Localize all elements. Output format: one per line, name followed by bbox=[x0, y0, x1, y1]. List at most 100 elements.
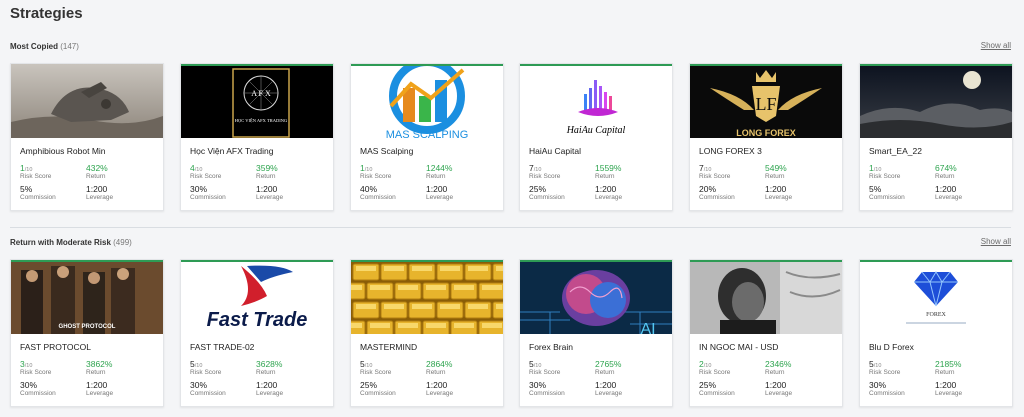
commission-label: Commission bbox=[529, 390, 565, 397]
risk-score-label: Risk Score bbox=[360, 173, 392, 180]
ai-brain-image: AI bbox=[520, 260, 672, 334]
robot-landscape-image bbox=[11, 64, 163, 138]
commission-value: 30% bbox=[529, 380, 547, 390]
risk-score-value: 5/10 bbox=[190, 359, 203, 369]
commission-value: 25% bbox=[699, 380, 717, 390]
strategy-card[interactable]: Fast Trade FAST TRADE-02 5/10 Risk Score… bbox=[180, 259, 334, 407]
commission-label: Commission bbox=[529, 194, 565, 201]
strategy-card[interactable]: HaiAu Capital HaiAu Capital 7/10 Risk Sc… bbox=[519, 63, 673, 211]
commission-value: 25% bbox=[529, 184, 547, 194]
strategy-card[interactable]: IN NGOC MAI - USD 2/10 Risk Score 2346% … bbox=[689, 259, 843, 407]
return-label: Return bbox=[86, 369, 106, 376]
strategy-name: Smart_EA_22 bbox=[869, 146, 922, 156]
risk-score-value: 5/10 bbox=[869, 359, 882, 369]
haiau-capital-logo: HaiAu Capital bbox=[520, 64, 672, 138]
return-label: Return bbox=[935, 173, 955, 180]
strategy-name: IN NGOC MAI - USD bbox=[699, 342, 779, 352]
fast-trade-logo: Fast Trade bbox=[181, 260, 333, 334]
leverage-label: Leverage bbox=[935, 194, 963, 201]
strategy-card[interactable]: A F X HỌC VIỆN AFX TRADING Học Viện AFX T… bbox=[180, 63, 334, 211]
leverage-value: 1:200 bbox=[426, 184, 448, 194]
risk-score-label: Risk Score bbox=[699, 369, 731, 376]
return-label: Return bbox=[426, 369, 446, 376]
leverage-value: 1:200 bbox=[426, 380, 448, 390]
leverage-value: 1:200 bbox=[595, 380, 617, 390]
leverage-label: Leverage bbox=[86, 390, 114, 397]
leverage-value: 1:200 bbox=[86, 380, 108, 390]
commission-label: Commission bbox=[190, 390, 226, 397]
strategy-name: HaiAu Capital bbox=[529, 146, 581, 156]
strategy-name: MAS Scalping bbox=[360, 146, 414, 156]
commission-label: Commission bbox=[360, 194, 396, 201]
strategy-name: FAST PROTOCOL bbox=[20, 342, 92, 352]
show-all-link[interactable]: Show all bbox=[981, 237, 1011, 246]
strategy-name: Học Viện AFX Trading bbox=[190, 146, 274, 156]
strategy-card[interactable]: GHOST PROTOCOL FAST PROTOCOL 3/10 Risk S… bbox=[10, 259, 164, 407]
strategy-name: MASTERMIND bbox=[360, 342, 418, 352]
strategy-card[interactable]: Amphibious Robot Min 1/10 Risk Score 432… bbox=[10, 63, 164, 211]
afx-logo-image: A F X HỌC VIỆN AFX TRADING bbox=[181, 64, 333, 138]
return-label: Return bbox=[256, 173, 276, 180]
leverage-label: Leverage bbox=[426, 390, 454, 397]
long-forex-logo: LF LONG FOREX bbox=[690, 64, 842, 138]
commission-value: 20% bbox=[699, 184, 717, 194]
return-value: 2864% bbox=[426, 359, 453, 369]
risk-score-label: Risk Score bbox=[20, 369, 52, 376]
risk-score-value: 5/10 bbox=[529, 359, 542, 369]
commission-label: Commission bbox=[190, 194, 226, 201]
leverage-value: 1:200 bbox=[765, 380, 787, 390]
strategy-card[interactable]: Smart_EA_22 1/10 Risk Score 674% Return … bbox=[859, 63, 1013, 211]
strategy-card[interactable]: MASTERMIND 5/10 Risk Score 2864% Return … bbox=[350, 259, 504, 407]
commission-value: 30% bbox=[869, 380, 887, 390]
commission-value: 5% bbox=[869, 184, 882, 194]
risk-score-value: 7/10 bbox=[529, 163, 542, 173]
strategy-card[interactable]: MAS SCALPING MAS Scalping 1/10 Risk Scor… bbox=[350, 63, 504, 211]
risk-score-label: Risk Score bbox=[869, 369, 901, 376]
return-value: 1559% bbox=[595, 163, 622, 173]
commission-value: 40% bbox=[360, 184, 378, 194]
leverage-value: 1:200 bbox=[86, 184, 108, 194]
show-all-link[interactable]: Show all bbox=[981, 41, 1011, 50]
blue-diamond-logo: FOREX bbox=[860, 260, 1012, 334]
strategy-card[interactable]: AI Forex Brain 5/10 Risk Score 2765% Ret… bbox=[519, 259, 673, 407]
leverage-label: Leverage bbox=[256, 194, 284, 201]
strategy-card[interactable]: LF LONG FOREX LONG FOREX 3 7/10 Risk Scor… bbox=[689, 63, 843, 211]
leverage-label: Leverage bbox=[426, 194, 454, 201]
return-value: 359% bbox=[256, 163, 278, 173]
return-value: 2765% bbox=[595, 359, 622, 369]
return-label: Return bbox=[765, 369, 785, 376]
leverage-value: 1:200 bbox=[256, 184, 278, 194]
return-label: Return bbox=[86, 173, 106, 180]
return-label: Return bbox=[595, 173, 615, 180]
commission-label: Commission bbox=[699, 390, 735, 397]
mas-scalping-logo: MAS SCALPING bbox=[351, 64, 503, 138]
commission-label: Commission bbox=[360, 390, 396, 397]
strategy-name: Forex Brain bbox=[529, 342, 573, 352]
return-value: 432% bbox=[86, 163, 108, 173]
logo-text: HaiAu Capital bbox=[566, 125, 626, 136]
return-value: 3862% bbox=[86, 359, 113, 369]
commission-label: Commission bbox=[20, 194, 56, 201]
section-title-moderate-risk: Return with Moderate Risk (499) bbox=[10, 238, 132, 247]
return-label: Return bbox=[765, 173, 785, 180]
leverage-label: Leverage bbox=[935, 390, 963, 397]
return-label: Return bbox=[595, 369, 615, 376]
commission-value: 30% bbox=[190, 184, 208, 194]
commission-value: 30% bbox=[20, 380, 38, 390]
return-label: Return bbox=[935, 369, 955, 376]
strategy-name: Amphibious Robot Min bbox=[20, 146, 106, 156]
strategy-name: LONG FOREX 3 bbox=[699, 146, 762, 156]
risk-score-label: Risk Score bbox=[869, 173, 901, 180]
leverage-label: Leverage bbox=[595, 390, 623, 397]
risk-score-value: 1/10 bbox=[869, 163, 882, 173]
commission-label: Commission bbox=[869, 194, 905, 201]
leverage-value: 1:200 bbox=[256, 380, 278, 390]
risk-score-value: 2/10 bbox=[699, 359, 712, 369]
leverage-value: 1:200 bbox=[935, 380, 957, 390]
section-divider bbox=[10, 227, 1011, 228]
gold-bars-image bbox=[351, 260, 503, 334]
logo-text: HỌC VIỆN AFX TRADING bbox=[235, 118, 288, 123]
risk-score-label: Risk Score bbox=[190, 369, 222, 376]
risk-score-value: 1/10 bbox=[20, 163, 33, 173]
strategy-card[interactable]: FOREX Blu D Forex 5/10 Risk Score 2185% … bbox=[859, 259, 1013, 407]
